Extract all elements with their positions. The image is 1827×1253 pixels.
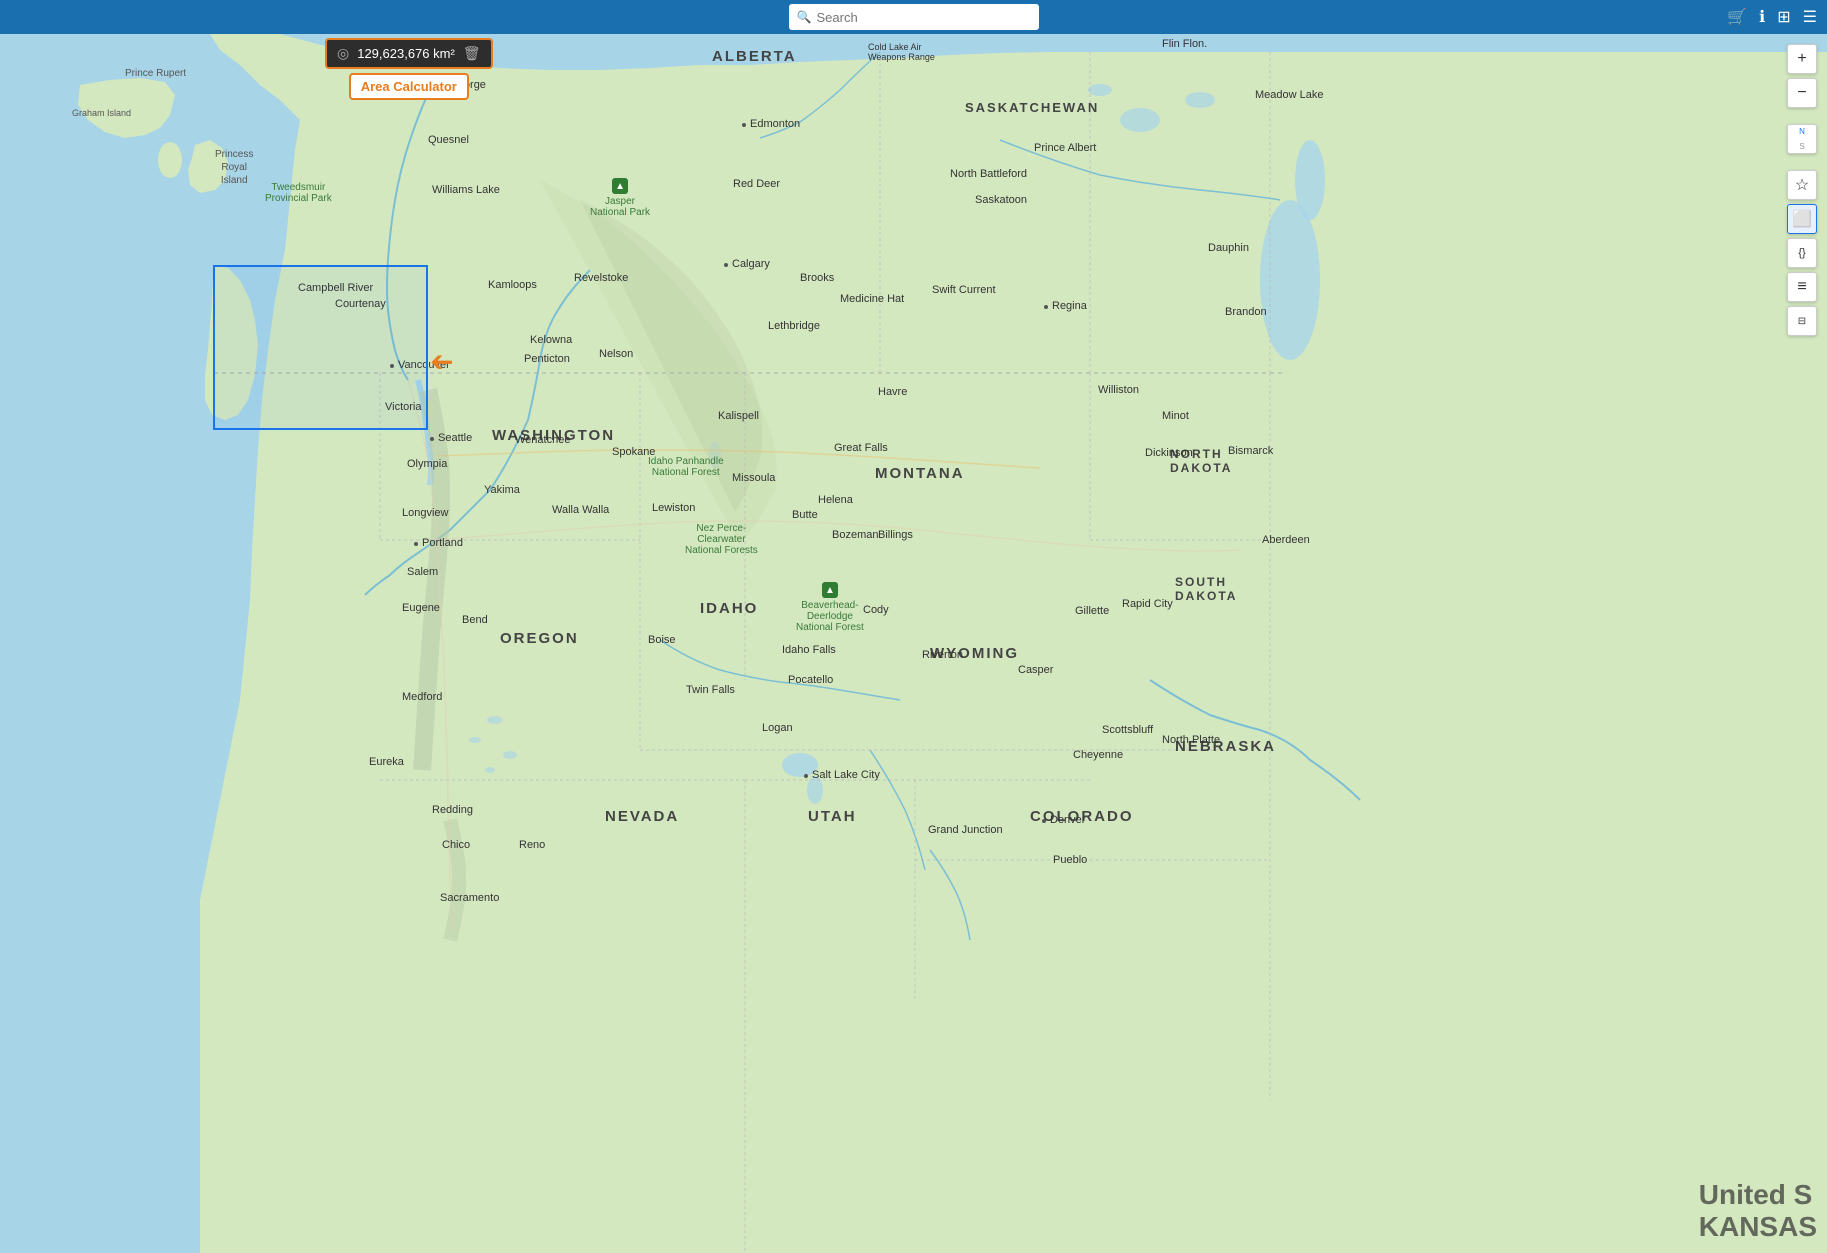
layers-button[interactable]: ≡ [1787,272,1817,302]
search-container: 🔍 [789,0,1039,34]
map-container: 🔍 🛒 ℹ ⊞ ☰ ◎ 129,623,676 km² 🗑 Area Calcu… [0,0,1827,1253]
cart-icon[interactable]: 🛒 [1727,7,1747,27]
area-measurement-bar: ◎ 129,623,676 km² 🗑 [325,38,493,69]
grid-icon[interactable]: ⊞ [1777,7,1790,27]
star-button[interactable]: ☆ [1787,170,1817,200]
zoom-out-button[interactable]: − [1787,78,1817,108]
area-tool-button[interactable]: ⬜ [1787,204,1817,234]
bottom-right-text: United S KANSAS [1689,1169,1827,1253]
right-controls: + − N S ☆ ⬜ {} ≡ ⊟ [1787,44,1817,336]
search-input[interactable] [789,4,1039,30]
top-bar: 🔍 🛒 ℹ ⊞ ☰ [0,0,1827,34]
zoom-in-button[interactable]: + [1787,44,1817,74]
area-calculator-label[interactable]: Area Calculator [349,73,469,100]
map-svg [0,0,1827,1253]
ruler-button[interactable]: ⊟ [1787,306,1817,336]
menu-icon[interactable]: ☰ [1803,7,1817,27]
area-measure-icon: ◎ [337,45,349,62]
area-calculator-popup: ◎ 129,623,676 km² 🗑 Area Calculator [325,38,493,100]
north-button[interactable]: N S [1787,124,1817,154]
area-value: 129,623,676 km² [357,46,455,61]
info-icon[interactable]: ℹ [1759,7,1765,27]
delete-icon[interactable]: 🗑 [463,45,481,62]
search-icon: 🔍 [797,10,812,24]
top-right-icons: 🛒 ℹ ⊞ ☰ [1727,0,1817,34]
code-button[interactable]: {} [1787,238,1817,268]
